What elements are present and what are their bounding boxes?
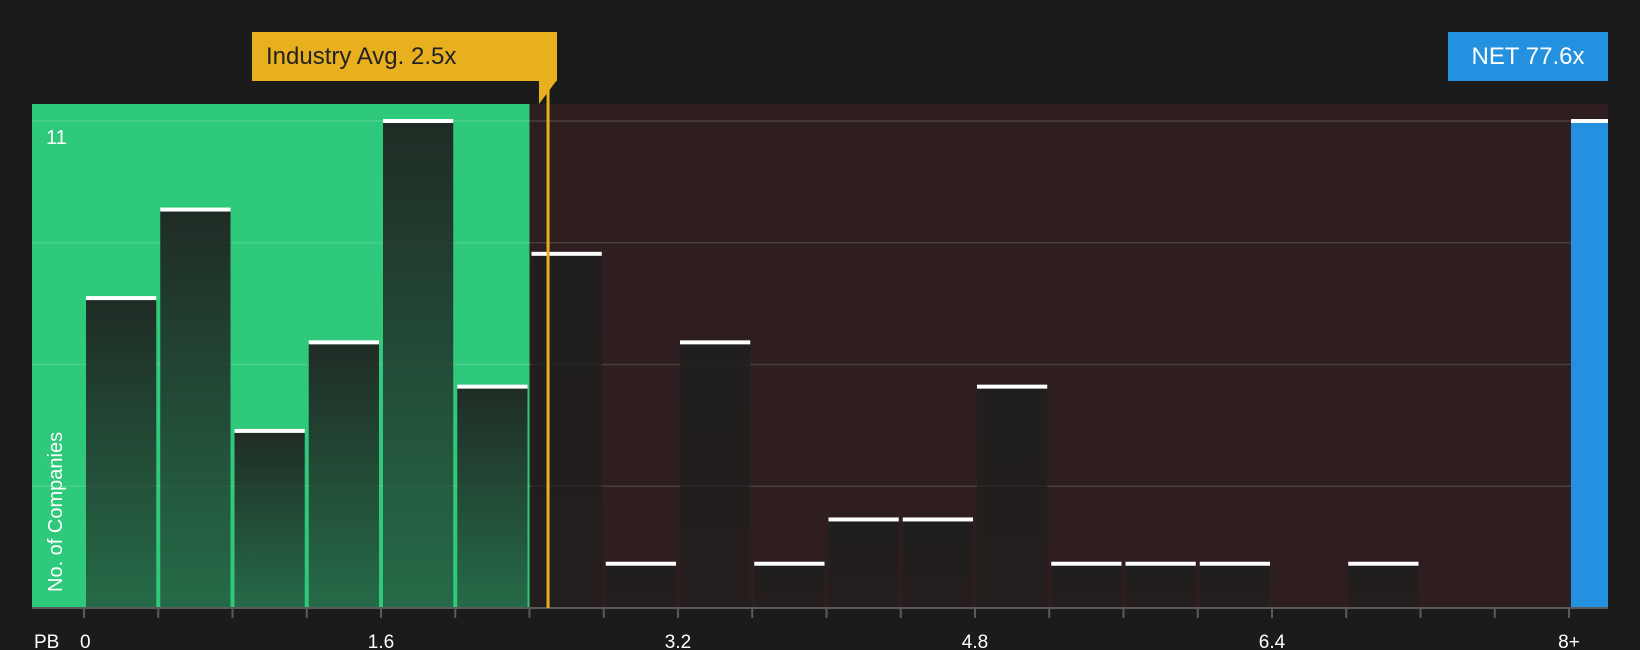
histogram-bar	[828, 519, 899, 608]
bar-cap	[1199, 561, 1270, 566]
bar-cap	[1051, 561, 1122, 566]
bar-cap	[234, 428, 305, 433]
histogram-bar	[457, 386, 528, 608]
bar-cap	[902, 517, 973, 522]
bar-cap	[605, 561, 676, 566]
industry-avg-pointer	[539, 80, 557, 104]
y-tick-label-11: 11	[46, 127, 67, 149]
histogram-bar	[754, 563, 825, 608]
x-tick-label: 3.2	[665, 632, 691, 650]
histogram-bar	[234, 430, 305, 608]
histogram-bar	[308, 342, 379, 608]
x-tick-label: 0	[80, 632, 91, 650]
bar-cap	[1571, 119, 1608, 123]
x-tick-label: 8+	[1558, 632, 1580, 650]
histogram-bar	[605, 563, 676, 608]
bar-cap	[680, 340, 751, 345]
histogram-bar	[902, 519, 973, 608]
bar-cap	[86, 296, 157, 301]
company-pb-badge: NET 77.6x	[1448, 32, 1608, 81]
histogram-bar	[680, 342, 751, 608]
bar-cap	[1125, 561, 1196, 566]
histogram-bar	[1125, 563, 1196, 608]
x-tick-label: 4.8	[962, 632, 988, 650]
histogram-bar	[160, 209, 231, 608]
histogram-bar	[383, 121, 454, 608]
bar-cap	[977, 384, 1048, 389]
histogram-bar	[1051, 563, 1122, 608]
histogram-bar	[1199, 563, 1270, 608]
x-tick-label: 6.4	[1259, 632, 1286, 650]
histogram-bar	[1348, 563, 1419, 608]
company-bar	[1571, 121, 1608, 608]
bar-cap	[383, 119, 454, 123]
bar-cap	[754, 561, 825, 566]
bar-cap	[457, 384, 528, 389]
bar-cap	[531, 251, 602, 256]
histogram-bar	[531, 253, 602, 608]
bar-cap	[308, 340, 379, 345]
bar-cap	[1348, 561, 1419, 566]
x-axis-label: PB	[34, 632, 59, 650]
x-axis-ticks: 0 1.6 3.2 4.8 6.4 8+	[80, 608, 1580, 650]
pb-histogram-chart: 0 1.6 3.2 4.8 6.4 8+ 11 No. of Companies PB	[32, 80, 1608, 650]
x-tick-label: 1.6	[368, 632, 394, 650]
industry-avg-badge: Industry Avg. 2.5x	[252, 32, 557, 81]
bar-cap	[828, 517, 899, 522]
histogram-bar	[977, 386, 1048, 608]
histogram-bar	[86, 298, 157, 608]
bar-cap	[160, 207, 231, 212]
y-axis-label: No. of Companies	[45, 432, 67, 592]
